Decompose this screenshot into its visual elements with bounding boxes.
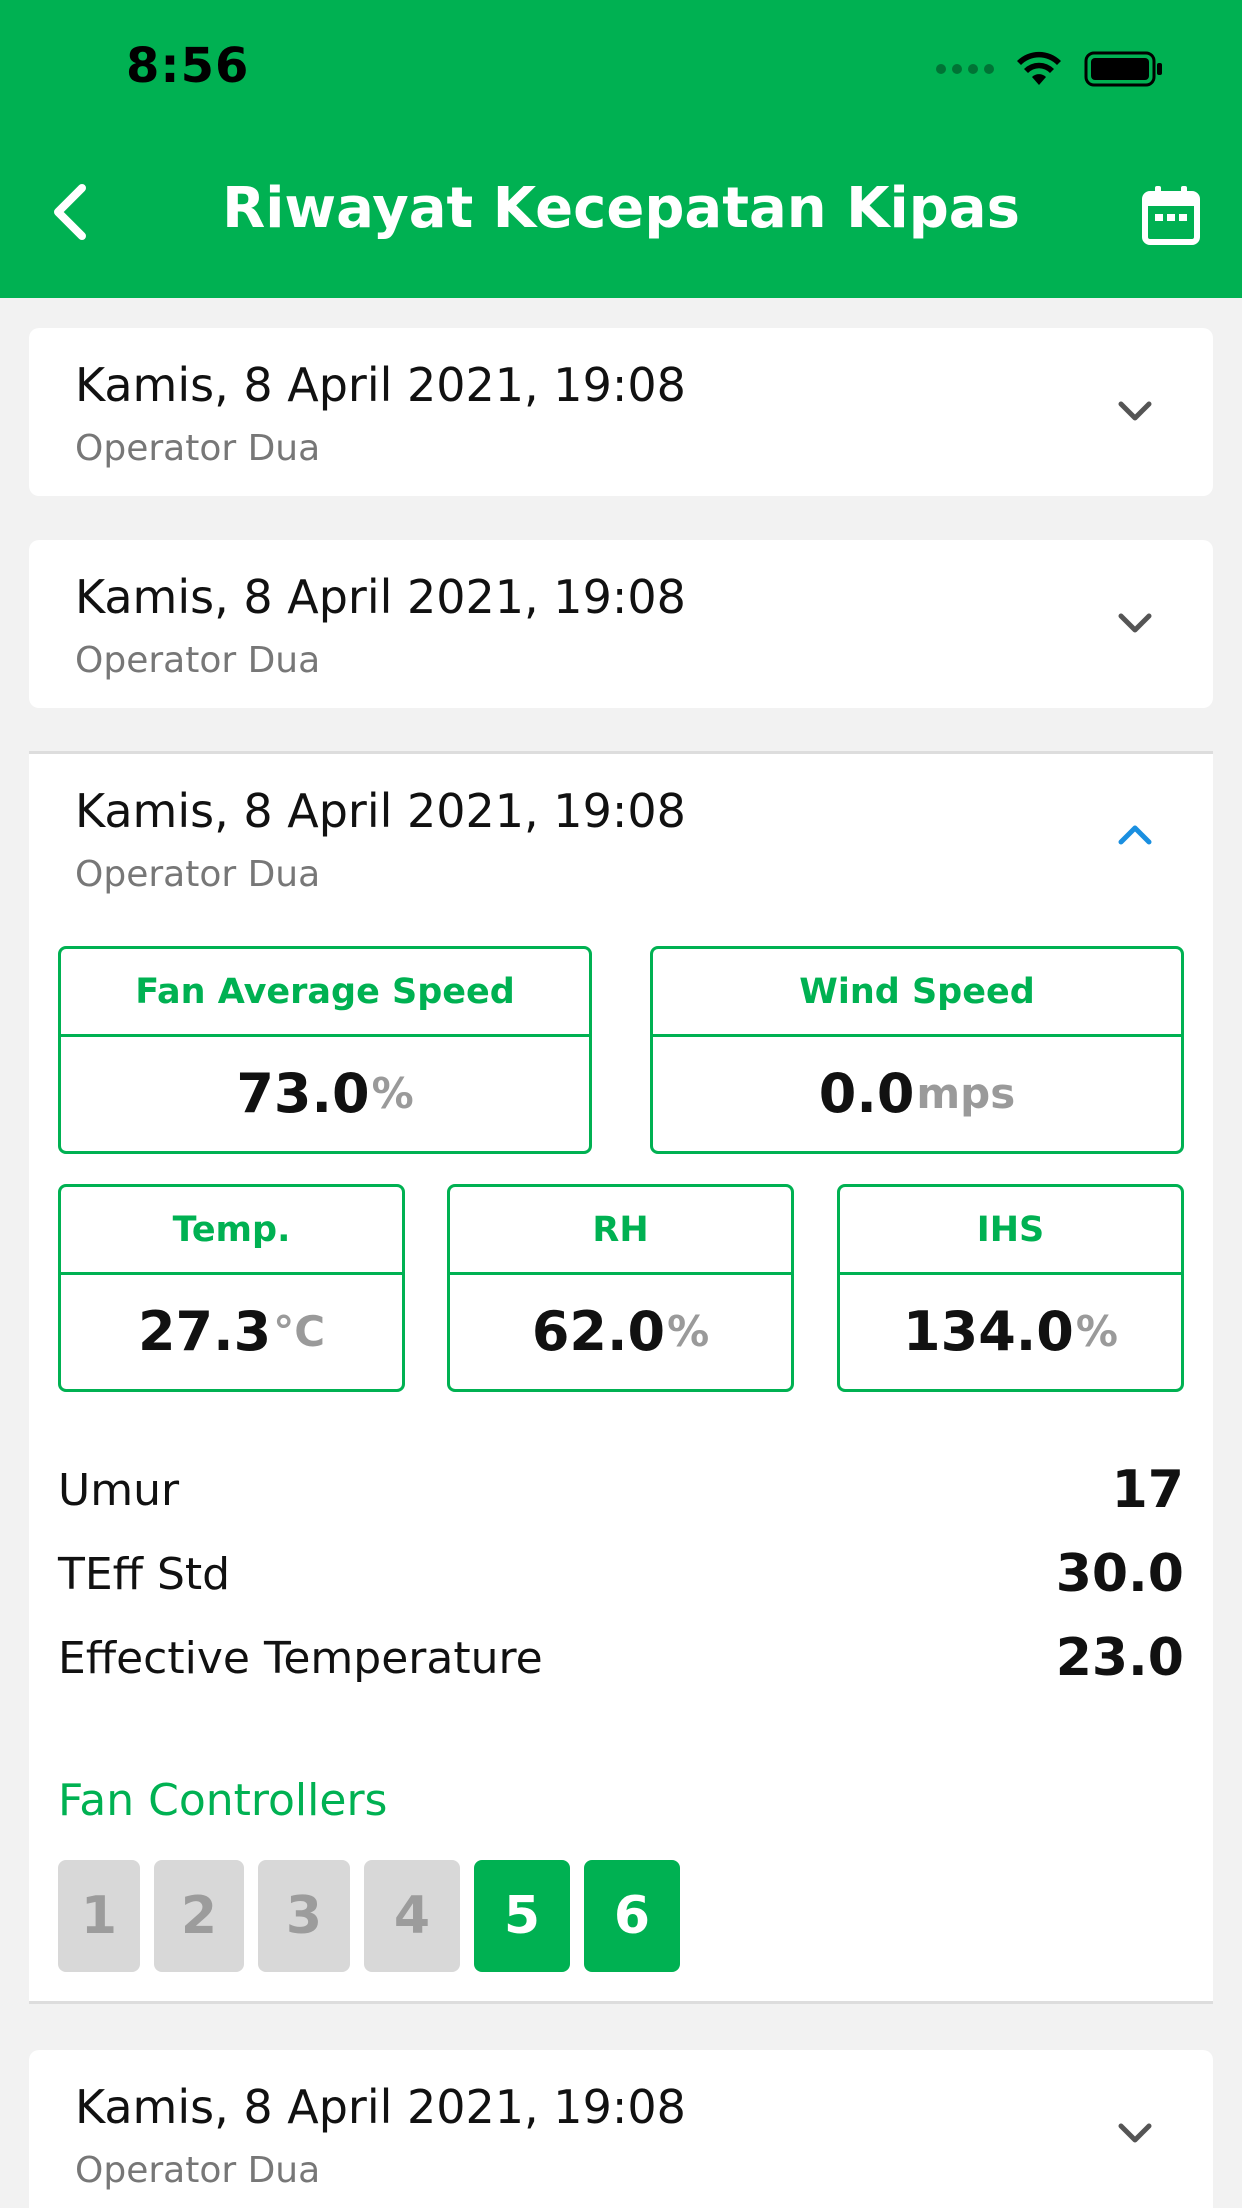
back-arrow-icon[interactable]	[40, 180, 104, 244]
app-bar: 8:56 Riwayat Kecepatan Kipas	[0, 0, 1242, 298]
chevron-up-icon[interactable]	[1113, 814, 1157, 858]
record-date: Kamis, 8 April 2021, 19:08	[75, 358, 686, 412]
stat-value: 73.0	[236, 1062, 370, 1125]
fan-controller-4[interactable]: 4	[364, 1860, 460, 1972]
fan-controller-1[interactable]: 1	[58, 1860, 140, 1972]
status-icons	[936, 50, 1164, 88]
stat-unit: %	[1075, 1307, 1118, 1356]
stat-label: IHS	[840, 1187, 1181, 1275]
fan-controllers-label: Fan Controllers	[58, 1775, 388, 1826]
stat-value-row: 134.0%	[840, 1275, 1181, 1388]
stat-value: 27.3	[137, 1300, 272, 1363]
stat-value: 134.0	[903, 1300, 1074, 1363]
status-time: 8:56	[126, 38, 250, 94]
umur-label: Umur	[58, 1464, 180, 1516]
stat-value-row: 0.0 mps	[653, 1037, 1181, 1150]
stat-value: 62.0	[531, 1300, 666, 1363]
fan-average-speed-box: Fan Average Speed 73.0%	[58, 946, 592, 1154]
record-date: Kamis, 8 April 2021, 19:08	[75, 570, 686, 624]
ihs-box: IHS 134.0%	[837, 1184, 1184, 1392]
effective-temperature-label: Effective Temperature	[58, 1632, 543, 1684]
effective-temperature-row: Effective Temperature 23.0	[58, 1628, 1184, 1688]
calendar-icon[interactable]	[1140, 184, 1202, 246]
effective-temperature-value: 23.0	[1055, 1628, 1184, 1688]
fan-controller-6[interactable]: 6	[584, 1860, 680, 1972]
record-operator: Operator Dua	[75, 428, 321, 469]
record-operator: Operator Dua	[75, 640, 321, 681]
fan-controllers-list: 1 2 3 4 5 6	[58, 1860, 680, 1972]
temp-box: Temp. 27.3 °C	[58, 1184, 405, 1392]
history-card[interactable]: Kamis, 8 April 2021, 19:08 Operator Dua	[29, 328, 1213, 496]
record-operator: Operator Dua	[75, 2150, 321, 2191]
history-card[interactable]: Kamis, 8 April 2021, 19:08 Operator Dua	[29, 2050, 1213, 2208]
stat-label: Temp.	[61, 1187, 402, 1275]
wifi-icon	[1017, 51, 1061, 85]
signal-icon	[936, 64, 994, 74]
page-title: Riwayat Kecepatan Kipas	[222, 176, 1020, 241]
fan-controller-3[interactable]: 3	[258, 1860, 350, 1972]
stat-unit: %	[667, 1307, 710, 1356]
stat-label: Fan Average Speed	[61, 949, 589, 1037]
chevron-down-icon[interactable]	[1113, 2110, 1157, 2154]
record-date: Kamis, 8 April 2021, 19:08	[75, 784, 686, 838]
chevron-down-icon[interactable]	[1113, 388, 1157, 432]
stat-unit: mps	[916, 1069, 1016, 1118]
umur-value: 17	[1111, 1460, 1184, 1520]
teff-std-label: TEff Std	[58, 1548, 231, 1600]
fan-controller-2[interactable]: 2	[154, 1860, 244, 1972]
stat-value-row: 62.0%	[450, 1275, 791, 1388]
stat-value: 0.0	[818, 1062, 915, 1125]
teff-std-value: 30.0	[1055, 1544, 1184, 1604]
rh-box: RH 62.0%	[447, 1184, 794, 1392]
umur-row: Umur 17	[58, 1460, 1184, 1520]
teff-std-row: TEff Std 30.0	[58, 1544, 1184, 1604]
record-operator: Operator Dua	[75, 854, 321, 895]
stat-label: RH	[450, 1187, 791, 1275]
stat-unit: %	[371, 1069, 414, 1118]
stat-label: Wind Speed	[653, 949, 1181, 1037]
chevron-down-icon[interactable]	[1113, 600, 1157, 644]
fan-controller-5[interactable]: 5	[474, 1860, 570, 1972]
wind-speed-box: Wind Speed 0.0 mps	[650, 946, 1184, 1154]
battery-icon	[1084, 51, 1162, 87]
record-date: Kamis, 8 April 2021, 19:08	[75, 2080, 686, 2134]
stat-unit: °C	[273, 1307, 326, 1356]
stat-value-row: 73.0%	[61, 1037, 589, 1150]
history-card[interactable]: Kamis, 8 April 2021, 19:08 Operator Dua	[29, 540, 1213, 708]
stat-value-row: 27.3 °C	[61, 1275, 402, 1388]
